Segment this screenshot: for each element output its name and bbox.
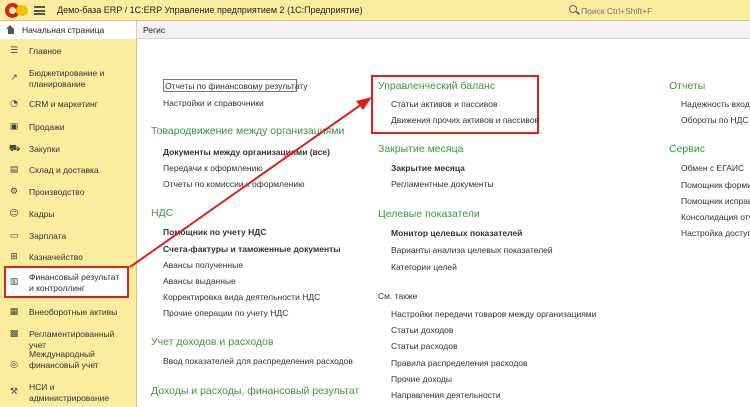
annotation-arrow: [129, 97, 372, 268]
